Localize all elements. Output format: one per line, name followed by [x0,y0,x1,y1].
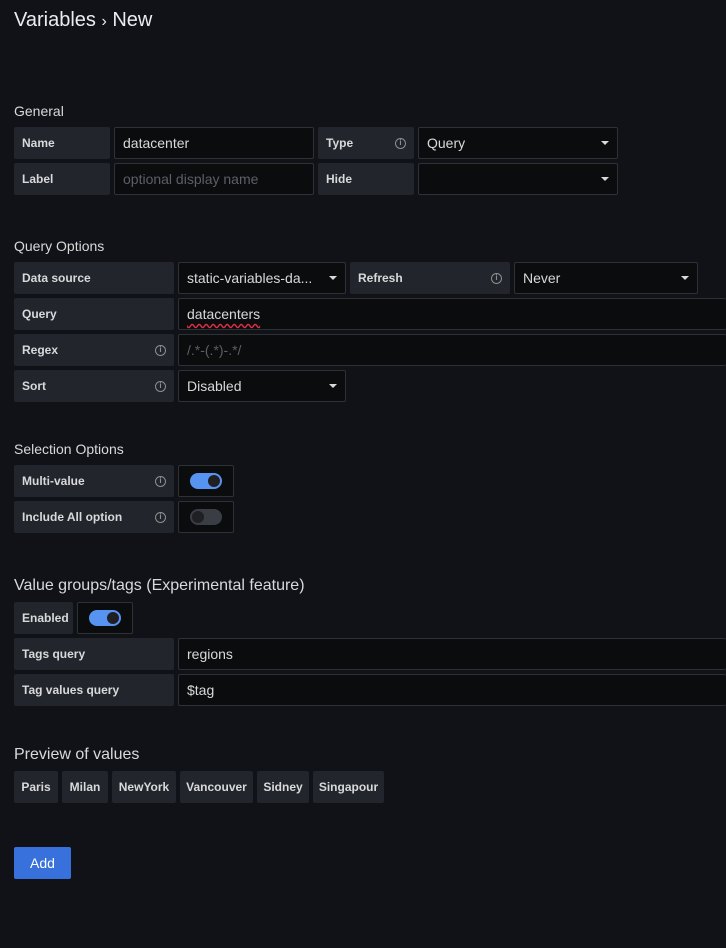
caret-down-icon [681,276,689,280]
breadcrumb-current: New [112,9,153,31]
toggle-switch[interactable] [190,473,222,489]
sort-label: Sort i [14,370,174,402]
enabled-label: Enabled [14,602,73,634]
general-heading: General [14,103,64,119]
toggle-switch[interactable] [190,509,222,525]
caret-down-icon [601,141,609,145]
toggle-switch[interactable] [89,610,121,626]
sort-select[interactable]: Disabled [178,370,346,402]
add-button[interactable]: Add [14,847,71,879]
query-label: Query [14,298,174,330]
regex-label: Regex i [14,334,174,366]
info-circle-icon[interactable]: i [491,272,502,284]
datasource-select[interactable]: static-variables-da... [178,262,346,294]
caret-down-icon [329,384,337,388]
preview-value-chip: Vancouver [180,771,253,803]
query-input[interactable]: datacenters [178,298,726,330]
tags-query-input[interactable]: regions [178,638,726,670]
caret-down-icon [329,276,337,280]
preview-value-chip: Paris [14,771,58,803]
tags-heading: Value groups/tags (Experimental feature) [14,577,305,594]
breadcrumb-separator: › [101,13,107,30]
refresh-select[interactable]: Never [514,262,698,294]
preview-heading: Preview of values [14,746,140,763]
caret-down-icon [601,177,609,181]
multi-value-toggle[interactable] [178,465,234,497]
include-all-label: Include All option i [14,501,174,533]
multi-value-label: Multi-value i [14,465,174,497]
info-circle-icon[interactable]: i [155,475,166,487]
label-label: Label [14,163,110,195]
preview-value-chip: Singapour [313,771,384,803]
info-circle-icon[interactable]: i [155,380,166,392]
regex-input[interactable]: /.*-(.*)-.*/ [178,334,726,366]
breadcrumb-parent[interactable]: Variables [14,9,96,31]
tags-query-label: Tags query [14,638,174,670]
page-title: Variables › New [14,9,152,32]
include-all-toggle[interactable] [178,501,234,533]
info-circle-icon[interactable]: i [155,511,166,523]
query-options-heading: Query Options [14,238,105,254]
tag-values-query-label: Tag values query [14,674,174,706]
hide-select[interactable] [418,163,618,195]
preview-value-chip: Sidney [257,771,309,803]
name-label: Name [14,127,110,159]
preview-value-chip: Milan [62,771,108,803]
type-label: Type i [318,127,414,159]
enabled-toggle[interactable] [77,602,133,634]
info-circle-icon[interactable]: i [395,137,406,149]
label-input[interactable]: optional display name [114,163,314,195]
preview-value-chip: NewYork [112,771,176,803]
info-circle-icon[interactable]: i [155,344,166,356]
type-select[interactable]: Query [418,127,618,159]
datasource-label: Data source [14,262,174,294]
name-input[interactable]: datacenter [114,127,314,159]
tag-values-query-input[interactable]: $tag [178,674,726,706]
hide-label: Hide [318,163,414,195]
selection-options-heading: Selection Options [14,441,124,457]
refresh-label: Refresh i [350,262,510,294]
